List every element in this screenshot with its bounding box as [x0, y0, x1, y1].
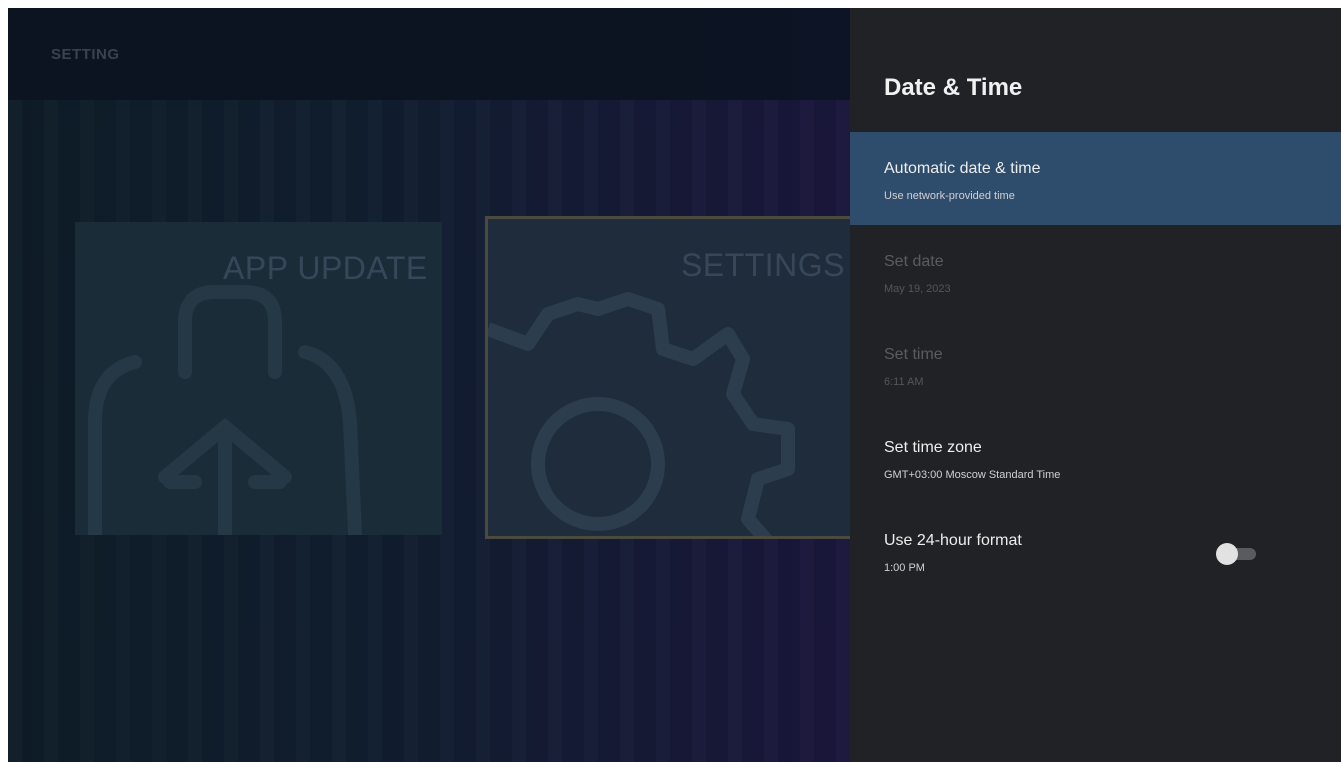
item-title: Use 24-hour format	[884, 532, 1022, 549]
launcher-header: SETTING	[8, 8, 850, 100]
automatic-date-time-item[interactable]: Automatic date & time Use network-provid…	[850, 132, 1341, 225]
panel-title: Date & Time	[884, 74, 1023, 101]
set-time-item[interactable]: Set time 6:11 AM	[850, 318, 1341, 411]
set-time-zone-item[interactable]: Set time zone GMT+03:00 Moscow Standard …	[850, 411, 1341, 504]
launcher-title: SETTING	[51, 46, 120, 63]
use-24-hour-format-item[interactable]: Use 24-hour format 1:00 PM	[850, 504, 1341, 597]
gear-icon	[488, 292, 795, 536]
app-update-tile[interactable]: APP UPDATE	[75, 222, 442, 535]
date-time-panel: Date & Time Automatic date & time Use ne…	[850, 8, 1341, 762]
item-title: Set time zone	[884, 439, 982, 456]
item-title: Set date	[884, 253, 944, 270]
item-subtitle: May 19, 2023	[884, 283, 951, 295]
item-subtitle: 6:11 AM	[884, 376, 924, 388]
app-update-icon	[88, 285, 362, 535]
item-subtitle: 1:00 PM	[884, 562, 925, 574]
tv-screen: SETTING APP UPDATE SETTINGS Date & Time …	[8, 8, 1341, 762]
launcher-background: SETTING APP UPDATE SETTINGS	[8, 8, 855, 762]
set-date-item[interactable]: Set date May 19, 2023	[850, 225, 1341, 318]
item-subtitle: Use network-provided time	[884, 190, 1015, 202]
settings-tile[interactable]: SETTINGS	[485, 216, 855, 539]
item-subtitle: GMT+03:00 Moscow Standard Time	[884, 469, 1061, 481]
24-hour-format-toggle[interactable]	[1216, 543, 1260, 565]
item-title: Automatic date & time	[884, 160, 1041, 177]
item-title: Set time	[884, 346, 943, 363]
toggle-thumb	[1216, 543, 1238, 565]
